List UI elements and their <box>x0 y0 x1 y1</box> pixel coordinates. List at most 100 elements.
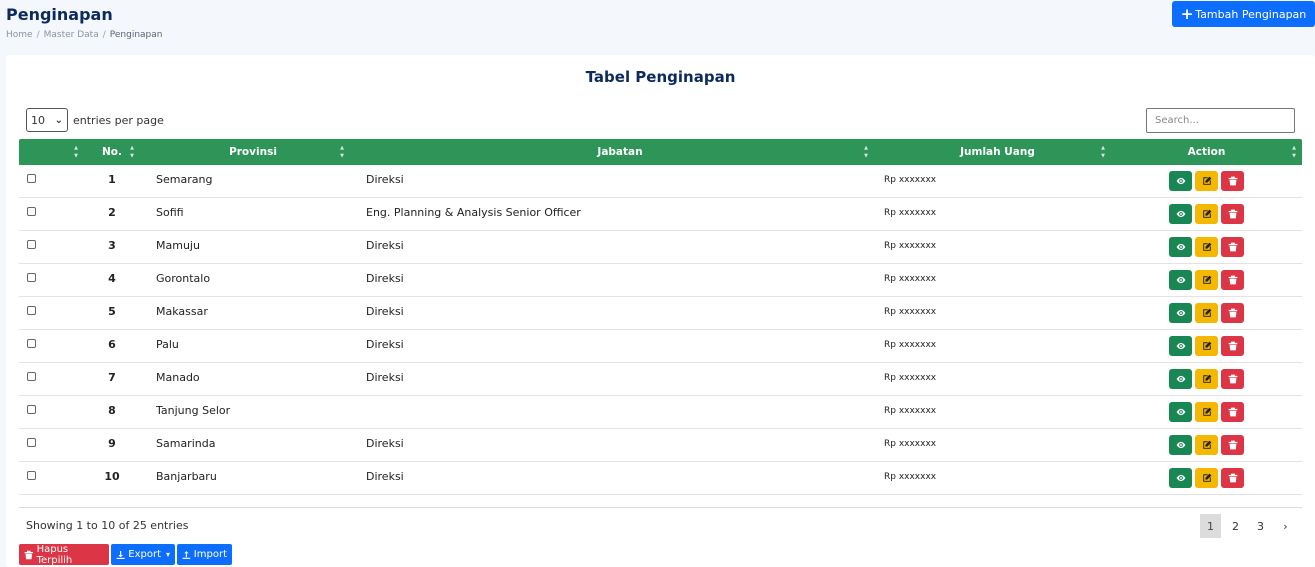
view-button[interactable] <box>1169 204 1192 224</box>
delete-button[interactable] <box>1221 468 1244 488</box>
row-checkbox[interactable] <box>27 471 36 480</box>
export-label: Export <box>128 549 161 560</box>
sort-icon: ▲ ▼ <box>340 145 344 159</box>
column-jumlah-uang[interactable]: Jumlah Uang ▲ ▼ <box>874 139 1111 165</box>
delete-button[interactable] <box>1221 336 1244 356</box>
edit-icon <box>1202 275 1212 285</box>
edit-button[interactable] <box>1195 237 1218 257</box>
cell-jabatan: Direksi <box>366 371 404 384</box>
delete-button[interactable] <box>1221 402 1244 422</box>
edit-button[interactable] <box>1195 204 1218 224</box>
delete-button[interactable] <box>1221 270 1244 290</box>
export-button[interactable]: Export ▾ <box>111 544 175 565</box>
page-title: Penginapan <box>6 5 113 24</box>
cell-no: 6 <box>108 338 116 351</box>
column-no[interactable]: No. ▲ ▼ <box>84 139 140 165</box>
row-checkbox[interactable] <box>27 174 36 183</box>
row-checkbox[interactable] <box>27 207 36 216</box>
cell-action <box>1111 198 1302 231</box>
view-button[interactable] <box>1169 336 1192 356</box>
row-checkbox[interactable] <box>27 306 36 315</box>
edit-button[interactable] <box>1195 171 1218 191</box>
page-3[interactable]: 3 <box>1250 514 1271 538</box>
breadcrumb-current: Penginapan <box>109 30 163 40</box>
view-button[interactable] <box>1169 303 1192 323</box>
cell-action <box>1111 330 1302 363</box>
view-button[interactable] <box>1169 435 1192 455</box>
eye-icon <box>1176 440 1186 450</box>
view-button[interactable] <box>1169 270 1192 290</box>
cell-jabatan: Direksi <box>366 272 404 285</box>
page-2[interactable]: 2 <box>1225 514 1246 538</box>
delete-button[interactable] <box>1221 303 1244 323</box>
eye-icon <box>1176 242 1186 252</box>
cell-action <box>1111 297 1302 330</box>
cell-jumlah-uang: Rp xxxxxxx <box>884 406 937 416</box>
column-jabatan-label: Jabatan <box>597 146 643 158</box>
cell-action <box>1111 165 1302 198</box>
cell-jumlah-uang: Rp xxxxxxx <box>884 208 937 218</box>
column-jabatan[interactable]: Jabatan ▲ ▼ <box>350 139 874 165</box>
edit-button[interactable] <box>1195 369 1218 389</box>
column-no-label: No. <box>102 146 122 158</box>
delete-button[interactable] <box>1221 171 1244 191</box>
row-checkbox[interactable] <box>27 372 36 381</box>
chevron-down-icon: ▾ <box>165 550 170 559</box>
sort-icon: ▲ ▼ <box>864 145 868 159</box>
edit-icon <box>1202 473 1212 483</box>
delete-button[interactable] <box>1221 435 1244 455</box>
table-row: 9 Samarinda Direksi Rp xxxxxxx <box>19 429 1302 462</box>
cell-provinsi: Banjarbaru <box>156 470 217 483</box>
table-card: Tabel Penginapan 10 ⌄ entries per page S… <box>6 55 1315 567</box>
sort-icon: ▲ ▼ <box>74 145 78 159</box>
edit-button[interactable] <box>1195 402 1218 422</box>
column-select[interactable]: ▲ ▼ <box>19 139 84 165</box>
edit-button[interactable] <box>1195 468 1218 488</box>
row-checkbox[interactable] <box>27 438 36 447</box>
view-button[interactable] <box>1169 402 1192 422</box>
view-button[interactable] <box>1169 171 1192 191</box>
table-row: 8 Tanjung Selor Rp xxxxxxx <box>19 396 1302 429</box>
table-body: 1 Semarang Direksi Rp xxxxxxx 2 Sofifi Eng. Pl… <box>19 165 1302 495</box>
edit-button[interactable] <box>1195 336 1218 356</box>
upload-icon <box>182 550 191 559</box>
cell-action <box>1111 363 1302 396</box>
entries-per-page-select[interactable]: 10 ⌄ <box>26 108 68 132</box>
delete-button[interactable] <box>1221 369 1244 389</box>
table-divider <box>19 507 1302 508</box>
edit-icon <box>1202 209 1212 219</box>
column-provinsi[interactable]: Provinsi ▲ ▼ <box>140 139 350 165</box>
import-button[interactable]: Import <box>177 544 232 565</box>
page-1[interactable]: 1 <box>1200 514 1221 538</box>
eye-icon <box>1176 308 1186 318</box>
row-checkbox[interactable] <box>27 240 36 249</box>
add-penginapan-button[interactable]: + Tambah Penginapan <box>1172 1 1315 27</box>
cell-jumlah-uang: Rp xxxxxxx <box>884 175 937 185</box>
delete-button[interactable] <box>1221 204 1244 224</box>
row-checkbox[interactable] <box>27 273 36 282</box>
delete-selected-button[interactable]: Hapus Terpilih <box>19 543 109 566</box>
edit-button[interactable] <box>1195 270 1218 290</box>
delete-selected-label: Hapus Terpilih <box>36 543 73 566</box>
delete-button[interactable] <box>1221 237 1244 257</box>
view-button[interactable] <box>1169 369 1192 389</box>
next-page[interactable]: › <box>1275 514 1296 538</box>
eye-icon <box>1176 341 1186 351</box>
table-row: 1 Semarang Direksi Rp xxxxxxx <box>19 165 1302 198</box>
row-checkbox[interactable] <box>27 405 36 414</box>
edit-icon <box>1202 341 1212 351</box>
breadcrumb-home[interactable]: Home <box>6 30 33 40</box>
cell-provinsi: Mamuju <box>156 239 200 252</box>
row-select-cell <box>19 462 84 495</box>
edit-button[interactable] <box>1195 435 1218 455</box>
edit-button[interactable] <box>1195 303 1218 323</box>
cell-jabatan <box>350 396 874 429</box>
breadcrumb-master-data[interactable]: Master Data <box>44 30 99 40</box>
eye-icon <box>1176 407 1186 417</box>
search-placeholder: Search... <box>1155 115 1199 126</box>
cell-jabatan: Direksi <box>366 239 404 252</box>
view-button[interactable] <box>1169 468 1192 488</box>
row-checkbox[interactable] <box>27 339 36 348</box>
view-button[interactable] <box>1169 237 1192 257</box>
search-input[interactable]: Search... <box>1146 108 1295 133</box>
